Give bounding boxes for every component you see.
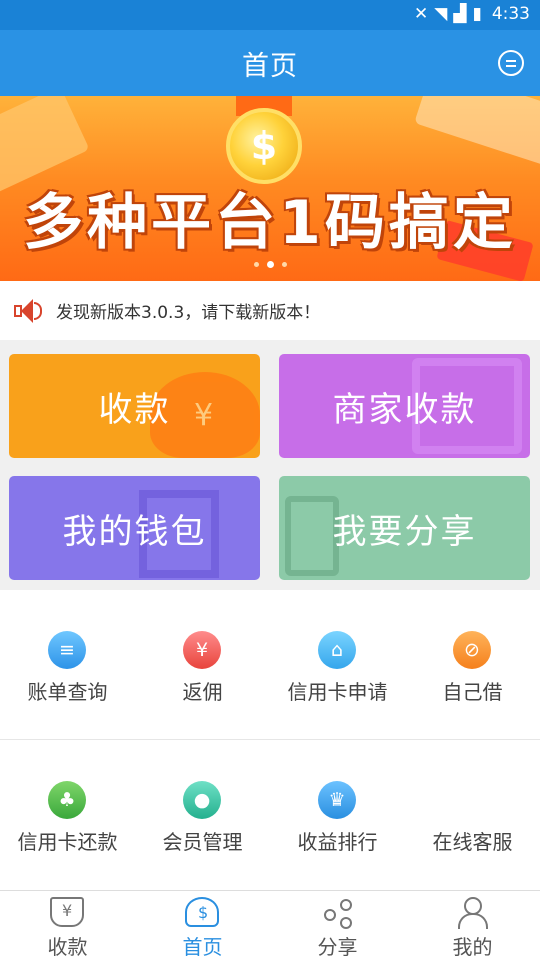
grid-item-card-apply[interactable]: 信用卡申请 — [270, 590, 405, 740]
tab-label: 首页 — [182, 935, 223, 959]
pagination-dot[interactable] — [281, 262, 287, 267]
grid-item-member-manage[interactable]: 会员管理 — [135, 740, 270, 890]
tab-label: 收款 — [47, 935, 88, 959]
grid-item-label: 返佣 — [182, 680, 223, 704]
grid-row: 信用卡还款 会员管理 收益排行 在线客服 — [0, 740, 540, 890]
tab-collect[interactable]: 收款 — [0, 891, 135, 960]
grid-item-earnings-rank[interactable]: 收益排行 — [270, 740, 405, 890]
tile-label: 商家收款 — [332, 390, 477, 430]
notice-bar[interactable]: 发现新版本3.0.3，请下载新版本！ — [0, 281, 540, 340]
tile-collect[interactable]: 收款 — [9, 354, 260, 458]
page-title: 首页 — [242, 51, 298, 82]
wifi-icon: ◥ — [434, 4, 448, 24]
grid-item-label: 会员管理 — [162, 830, 243, 854]
pagination-dot[interactable] — [253, 262, 259, 267]
grid-item-label: 自己借 — [442, 680, 503, 704]
banner-slogan: 多种平台1码搞定 — [23, 188, 517, 258]
headset-icon — [453, 781, 491, 819]
status-bar: ✕ ◥ ▟ ▮ 4:33 — [0, 0, 540, 30]
grid-item-bill-query[interactable]: 账单查询 — [0, 590, 135, 740]
crown-icon — [318, 781, 356, 819]
grid-item-online-service[interactable]: 在线客服 — [405, 740, 540, 890]
tab-mine[interactable]: 我的 — [405, 891, 540, 960]
tab-share[interactable]: 分享 — [270, 891, 405, 960]
grid-item-label: 信用卡申请 — [287, 680, 388, 704]
grid-item-self-borrow[interactable]: 自己借 — [405, 590, 540, 740]
home-icon — [185, 897, 219, 927]
header: 首页 — [0, 30, 540, 96]
compass-icon — [453, 631, 491, 669]
function-grid: 账单查询 返佣 信用卡申请 自己借 信用卡还款 会员管理 收益排行 — [0, 590, 540, 890]
tile-label: 我的钱包 — [62, 512, 207, 552]
rebate-icon — [183, 631, 221, 669]
tile-label: 收款 — [98, 390, 171, 430]
share-icon — [320, 897, 354, 927]
banner-decoration — [414, 96, 540, 167]
card-apply-icon — [318, 631, 356, 669]
tile-wallet[interactable]: 我的钱包 — [9, 476, 260, 580]
battery-charging-icon: ▮ — [472, 4, 482, 24]
grid-item-label: 账单查询 — [27, 680, 108, 704]
notice-text: 发现新版本3.0.3，请下载新版本！ — [56, 303, 321, 323]
grid-item-label: 信用卡还款 — [17, 830, 118, 854]
status-time: 4:33 — [491, 4, 530, 24]
tile-merchant-collect[interactable]: 商家收款 — [279, 354, 530, 458]
banner-carousel[interactable]: 多种平台1码搞定 — [0, 96, 540, 281]
grid-item-rebate[interactable]: 返佣 — [135, 590, 270, 740]
signal-icon: ▟ — [453, 4, 467, 24]
coin-icon — [226, 108, 302, 184]
bottom-tab-bar: 收款 首页 分享 我的 — [0, 890, 540, 960]
banner-pagination — [0, 261, 540, 268]
tab-label: 我的 — [452, 935, 493, 959]
grid-row: 账单查询 返佣 信用卡申请 自己借 — [0, 590, 540, 740]
status-icons: ✕ ◥ ▟ ▮ 4:33 — [414, 4, 530, 24]
plant-icon — [48, 781, 86, 819]
pagination-dot-active[interactable] — [266, 261, 274, 268]
tab-home[interactable]: 首页 — [135, 891, 270, 960]
grid-item-label: 收益排行 — [297, 830, 378, 854]
profile-icon — [455, 897, 489, 929]
feature-tiles: 收款 商家收款 我的钱包 我要分享 — [0, 340, 540, 590]
bill-icon — [48, 631, 86, 669]
mute-icon: ✕ — [414, 4, 429, 24]
tab-label: 分享 — [317, 935, 358, 959]
speaker-icon — [12, 296, 42, 326]
grid-item-card-repay[interactable]: 信用卡还款 — [0, 740, 135, 890]
tile-share[interactable]: 我要分享 — [279, 476, 530, 580]
grid-item-label: 在线客服 — [432, 830, 513, 854]
tile-label: 我要分享 — [332, 512, 477, 552]
message-icon[interactable] — [498, 50, 524, 76]
member-icon — [183, 781, 221, 819]
collect-icon — [50, 897, 84, 927]
